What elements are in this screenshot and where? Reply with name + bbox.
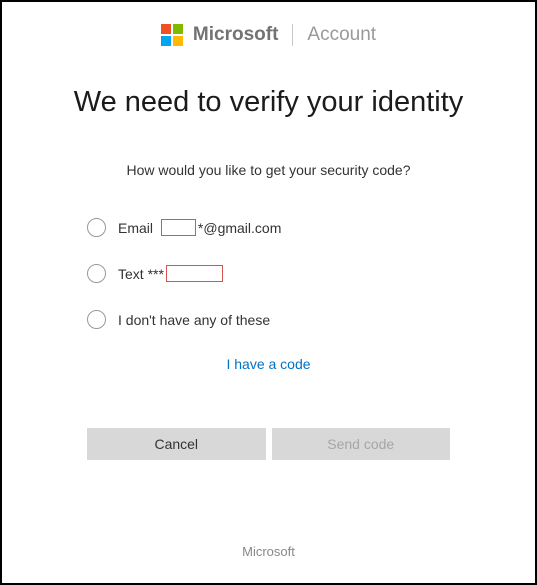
option-email[interactable]: Email *@gmail.com (87, 218, 535, 237)
brand-label: Microsoft (193, 24, 279, 46)
page-title: We need to verify your identity (2, 84, 535, 120)
header: Microsoft Account (2, 2, 535, 46)
option-text-prefix: Text *** (118, 266, 164, 282)
option-email-suffix: *@gmail.com (198, 220, 281, 236)
option-text-label: Text *** (118, 265, 223, 282)
masked-email-box (161, 219, 196, 236)
option-none-label: I don't have any of these (118, 312, 270, 328)
subtitle: How would you like to get your security … (2, 162, 535, 178)
microsoft-logo-icon (161, 24, 183, 46)
option-email-label: Email *@gmail.com (118, 219, 281, 236)
radio-icon[interactable] (87, 310, 106, 329)
button-row: Cancel Send code (2, 428, 535, 460)
link-row: I have a code (2, 356, 535, 374)
have-code-link[interactable]: I have a code (226, 356, 310, 372)
option-email-prefix: Email (118, 220, 153, 236)
masked-phone-box (166, 265, 223, 282)
option-none[interactable]: I don't have any of these (87, 310, 535, 329)
radio-icon[interactable] (87, 264, 106, 283)
section-label: Account (307, 24, 376, 46)
radio-icon[interactable] (87, 218, 106, 237)
cancel-button[interactable]: Cancel (87, 428, 266, 460)
option-text[interactable]: Text *** (87, 264, 535, 283)
send-code-button[interactable]: Send code (272, 428, 451, 460)
footer-text: Microsoft (2, 544, 535, 559)
options-group: Email *@gmail.com Text *** I don't have … (2, 218, 535, 329)
header-divider (292, 24, 293, 46)
